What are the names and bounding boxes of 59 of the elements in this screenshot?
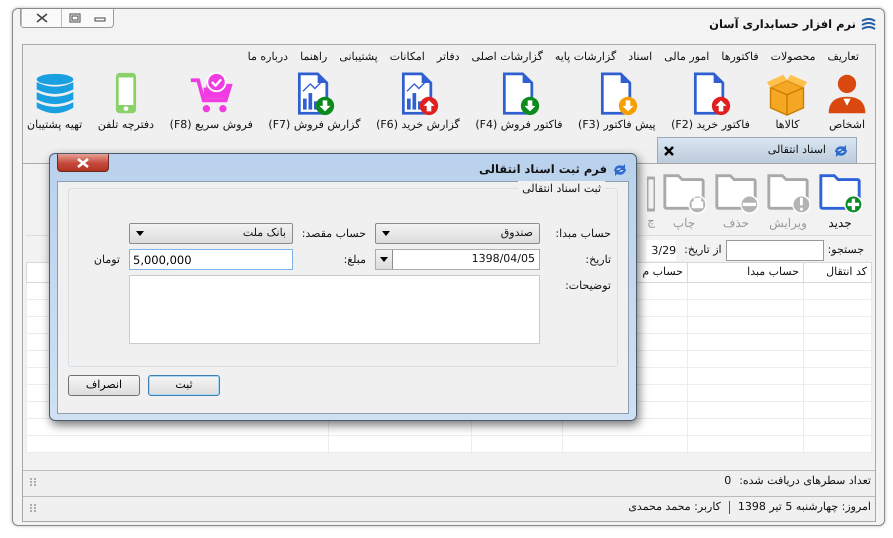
menu-item[interactable]: تعاریف: [822, 49, 865, 67]
field-label: حساب مبدا:: [554, 226, 611, 242]
unit-label: تومان: [92, 252, 120, 268]
arrows-icon: [832, 142, 850, 158]
toolbar-button[interactable]: جدید: [816, 168, 864, 232]
close-icon: [77, 158, 89, 168]
close-icon: [36, 13, 48, 23]
from-date-label: از تاریخ:: [684, 242, 722, 258]
window-title: نرم افزار حسابداری آسان: [709, 16, 856, 33]
toolbar-button[interactable]: کالاها: [765, 70, 810, 133]
menu-item[interactable]: درباره ما: [242, 49, 294, 67]
toolbar-button[interactable]: گزارش خرید (F6): [376, 70, 460, 133]
dropdown-button[interactable]: [376, 250, 393, 269]
search-label: جستجو:: [828, 242, 864, 258]
date-status: امروز: چهارشنبه 5 تیر 1398: [738, 499, 871, 516]
toolbar-button[interactable]: اشخاص: [825, 70, 869, 133]
menu-item[interactable]: امور مالی: [658, 49, 716, 67]
close-icon: [664, 146, 674, 156]
toolbar-button[interactable]: تهیه پشتیبان: [27, 70, 82, 133]
menu-item[interactable]: امکانات: [384, 49, 431, 67]
user-status: کاربر: محمد محمدی: [628, 499, 721, 516]
column-header: حساب مبدا: [688, 262, 804, 282]
field-label: حساب مقصد:: [302, 226, 366, 242]
row-count-value: 0: [724, 473, 732, 490]
from-date-field[interactable]: 3/29: [646, 240, 676, 260]
close-button[interactable]: [57, 154, 109, 172]
dialog-button[interactable]: انصراف: [68, 375, 140, 396]
dialog-title: فرم ثبت اسناد انتقالی: [479, 160, 607, 178]
dialog-button[interactable]: ثبت: [148, 375, 220, 396]
toolbar-button[interactable]: فروش سریع (F8): [170, 70, 253, 133]
logo-icon: [860, 16, 876, 32]
tab[interactable]: اسناد انتقالی: [657, 137, 857, 163]
toolbar-button[interactable]: فاکتور خرید (F2): [671, 70, 750, 133]
amount-field[interactable]: 5,000,000: [129, 249, 293, 270]
menu-item[interactable]: راهنما: [294, 49, 334, 67]
row-count-label: تعداد سطرهای دریافت شده:: [739, 473, 871, 490]
toolbar-button[interactable]: گزارش فروش (F7): [268, 70, 360, 133]
menu-item[interactable]: گزارشات پایه: [548, 49, 622, 67]
resize-grip-icon: [29, 502, 37, 512]
menu-item[interactable]: پشتیبانی: [333, 49, 384, 67]
date-field[interactable]: 1398/04/05: [375, 249, 540, 270]
menu-item[interactable]: دفاتر: [430, 49, 466, 67]
dropdown[interactable]: بانک ملت: [129, 223, 293, 244]
menu-item[interactable]: اسناد: [622, 49, 658, 67]
menu-item[interactable]: فاکتورها: [715, 49, 765, 67]
arrows-icon: [611, 162, 629, 178]
toolbar-button[interactable]: فاکتور فروش (F4): [475, 70, 562, 133]
tab-close-button[interactable]: [664, 146, 674, 156]
toolbar-button[interactable]: پیش فاکتور (F3): [578, 70, 656, 133]
menu-item[interactable]: محصولات: [764, 49, 822, 67]
dropdown[interactable]: صندوق: [375, 223, 540, 244]
resize-grip-icon: [29, 476, 37, 486]
column-header: کد انتقال: [804, 262, 872, 282]
field-label: مبلغ:: [342, 252, 366, 268]
menu-item[interactable]: گزارشات اصلی: [466, 49, 549, 67]
restore-icon: [68, 13, 80, 23]
toolbar-button[interactable]: دفترچه تلفن: [98, 70, 154, 133]
notes-field[interactable]: [129, 275, 540, 344]
search-field[interactable]: [726, 240, 824, 260]
